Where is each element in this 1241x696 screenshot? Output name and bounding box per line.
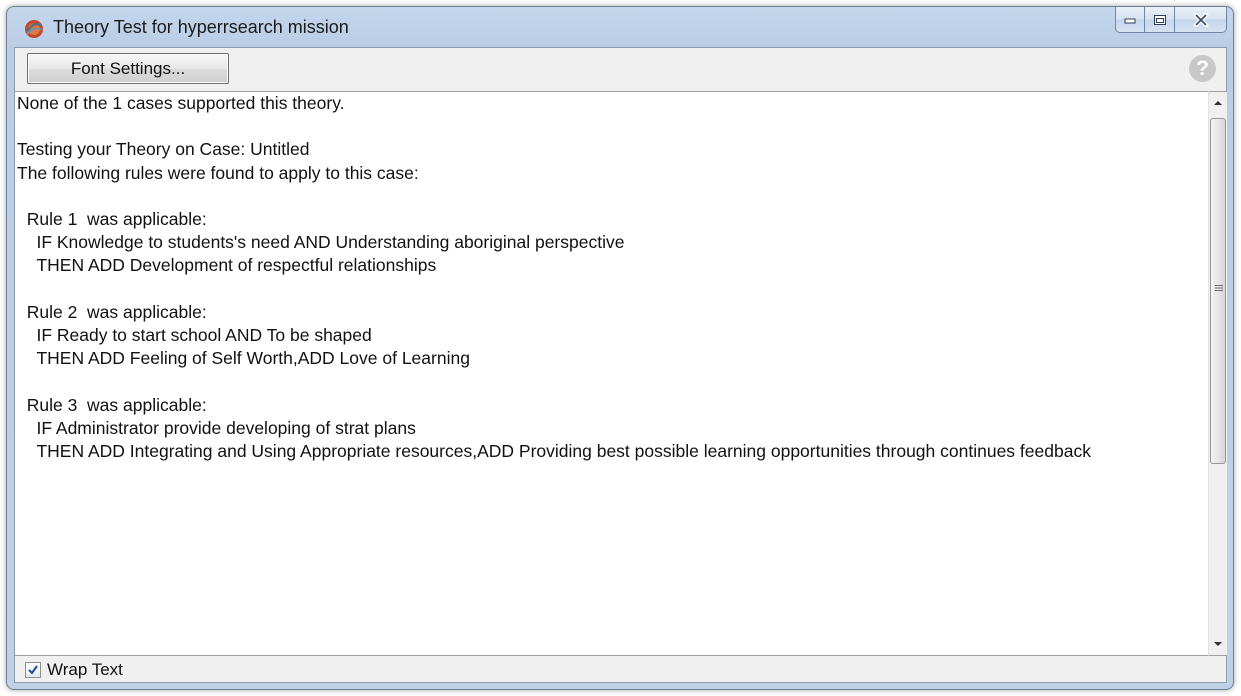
result-line: Rule 1 was applicable: xyxy=(17,208,207,229)
scroll-up-arrow-icon xyxy=(1214,101,1222,105)
scroll-thumb[interactable] xyxy=(1210,118,1226,464)
minimize-button[interactable] xyxy=(1115,7,1145,33)
scroll-grip-icon xyxy=(1215,285,1223,291)
result-line xyxy=(17,115,1205,138)
result-line: Rule 2 was applicable: xyxy=(17,301,207,322)
result-line: The following rules were found to apply … xyxy=(17,162,419,183)
window-title: Theory Test for hyperrsearch mission xyxy=(53,17,349,37)
checkmark-icon xyxy=(28,665,38,675)
result-line: THEN ADD Feeling of Self Worth,ADD Love … xyxy=(17,348,470,369)
maximize-button[interactable] xyxy=(1145,7,1175,33)
results-text: None of the 1 cases supported this theor… xyxy=(17,92,1205,463)
result-line: Rule 3 was applicable: xyxy=(17,394,207,415)
wrap-text-checkbox[interactable] xyxy=(25,662,41,678)
wrap-text-label[interactable]: Wrap Text xyxy=(47,660,123,680)
caption-buttons xyxy=(1115,7,1227,33)
result-line xyxy=(17,370,1205,393)
result-line: THEN ADD Development of respectful relat… xyxy=(17,255,437,276)
title-bar[interactable]: Theory Test for hyperrsearch mission xyxy=(7,7,1233,47)
hyperresearch-app-icon xyxy=(25,20,43,38)
close-button[interactable] xyxy=(1175,7,1227,33)
scroll-up-button[interactable] xyxy=(1209,92,1227,116)
vertical-scrollbar[interactable] xyxy=(1208,91,1227,656)
status-bar: Wrap Text xyxy=(15,657,1226,683)
help-icon[interactable]: ? xyxy=(1189,55,1216,82)
result-line: IF Administrator provide developing of s… xyxy=(17,417,416,438)
minimize-icon xyxy=(1124,18,1136,23)
toolbar: Font Settings... ? xyxy=(15,48,1226,91)
scroll-down-arrow-icon xyxy=(1214,642,1222,646)
app-window: Theory Test for hyperrsearch mission Fon… xyxy=(6,6,1234,690)
result-line xyxy=(17,185,1205,208)
scroll-down-button[interactable] xyxy=(1209,631,1227,655)
result-line: IF Ready to start school AND To be shape… xyxy=(17,324,372,345)
maximize-icon xyxy=(1153,14,1166,25)
window-client-area: Font Settings... ? None of the 1 cases s… xyxy=(14,47,1227,683)
close-icon xyxy=(1192,12,1209,27)
theory-test-results[interactable]: None of the 1 cases supported this theor… xyxy=(15,91,1208,656)
result-line: THEN ADD Integrating and Using Appropria… xyxy=(17,440,1091,461)
result-line xyxy=(17,278,1205,301)
result-line: Testing your Theory on Case: Untitled xyxy=(17,139,310,160)
font-settings-button[interactable]: Font Settings... xyxy=(27,53,229,84)
result-line: IF Knowledge to students's need AND Unde… xyxy=(17,232,625,253)
result-line: None of the 1 cases supported this theor… xyxy=(17,93,345,113)
